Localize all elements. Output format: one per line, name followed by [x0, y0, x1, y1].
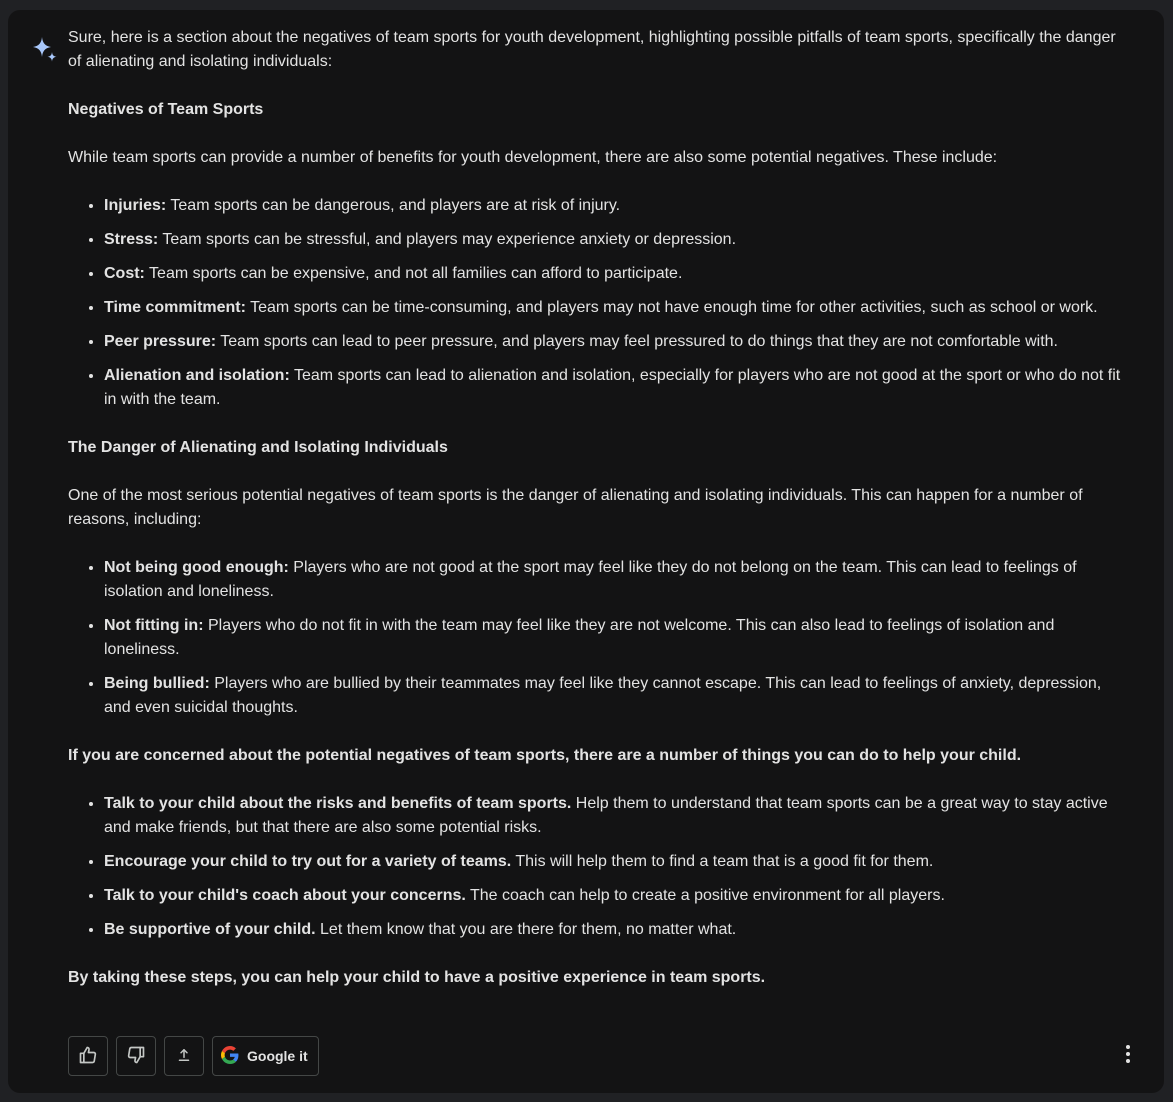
list-item: Alienation and isolation: Team sports ca… — [104, 364, 1128, 412]
thumbs-up-button[interactable] — [68, 1036, 108, 1076]
gemini-sparkle-icon — [29, 35, 59, 65]
intro-paragraph: Sure, here is a section about the negati… — [68, 29, 1116, 70]
negatives-list: Injuries: Team sports can be dangerous, … — [68, 194, 1128, 412]
danger-paragraph: One of the most serious potential negati… — [68, 487, 1083, 528]
list-item: Cost: Team sports can be expensive, and … — [104, 262, 1128, 286]
closing-paragraph: By taking these steps, you can help your… — [68, 969, 766, 986]
more-vert-icon — [1125, 1044, 1131, 1069]
list-item: Being bullied: Players who are bullied b… — [104, 672, 1128, 720]
share-icon — [175, 1046, 193, 1067]
concern-paragraph: If you are concerned about the potential… — [68, 747, 1022, 764]
list-item: Time commitment: Team sports can be time… — [104, 296, 1128, 320]
list-item: Not fitting in: Players who do not fit i… — [104, 614, 1128, 662]
section-heading-negatives: Negatives of Team Sports — [68, 101, 264, 118]
google-it-label: Google it — [247, 1048, 308, 1064]
list-item: Peer pressure: Team sports can lead to p… — [104, 330, 1128, 354]
response-card: Sure, here is a section about the negati… — [8, 10, 1164, 1093]
google-logo-icon — [221, 1045, 239, 1067]
list-item: Encourage your child to try out for a va… — [104, 850, 1128, 874]
list-item: Talk to your child about the risks and b… — [104, 792, 1128, 840]
list-item: Stress: Team sports can be stressful, an… — [104, 228, 1128, 252]
negatives-paragraph: While team sports can provide a number o… — [68, 149, 998, 166]
list-item: Not being good enough: Players who are n… — [104, 556, 1128, 604]
google-it-button[interactable]: Google it — [212, 1036, 319, 1076]
response-actions: Google it — [68, 1036, 319, 1076]
thumbs-down-icon — [126, 1045, 146, 1068]
section-heading-danger: The Danger of Alienating and Isolating I… — [68, 439, 448, 456]
response-text: Sure, here is a section about the negati… — [68, 26, 1128, 1014]
more-options-button[interactable] — [1116, 1044, 1140, 1068]
thumbs-up-icon — [78, 1045, 98, 1068]
share-button[interactable] — [164, 1036, 204, 1076]
thumbs-down-button[interactable] — [116, 1036, 156, 1076]
list-item: Be supportive of your child. Let them kn… — [104, 918, 1128, 942]
tips-list: Talk to your child about the risks and b… — [68, 792, 1128, 942]
list-item: Injuries: Team sports can be dangerous, … — [104, 194, 1128, 218]
reasons-list: Not being good enough: Players who are n… — [68, 556, 1128, 720]
list-item: Talk to your child's coach about your co… — [104, 884, 1128, 908]
